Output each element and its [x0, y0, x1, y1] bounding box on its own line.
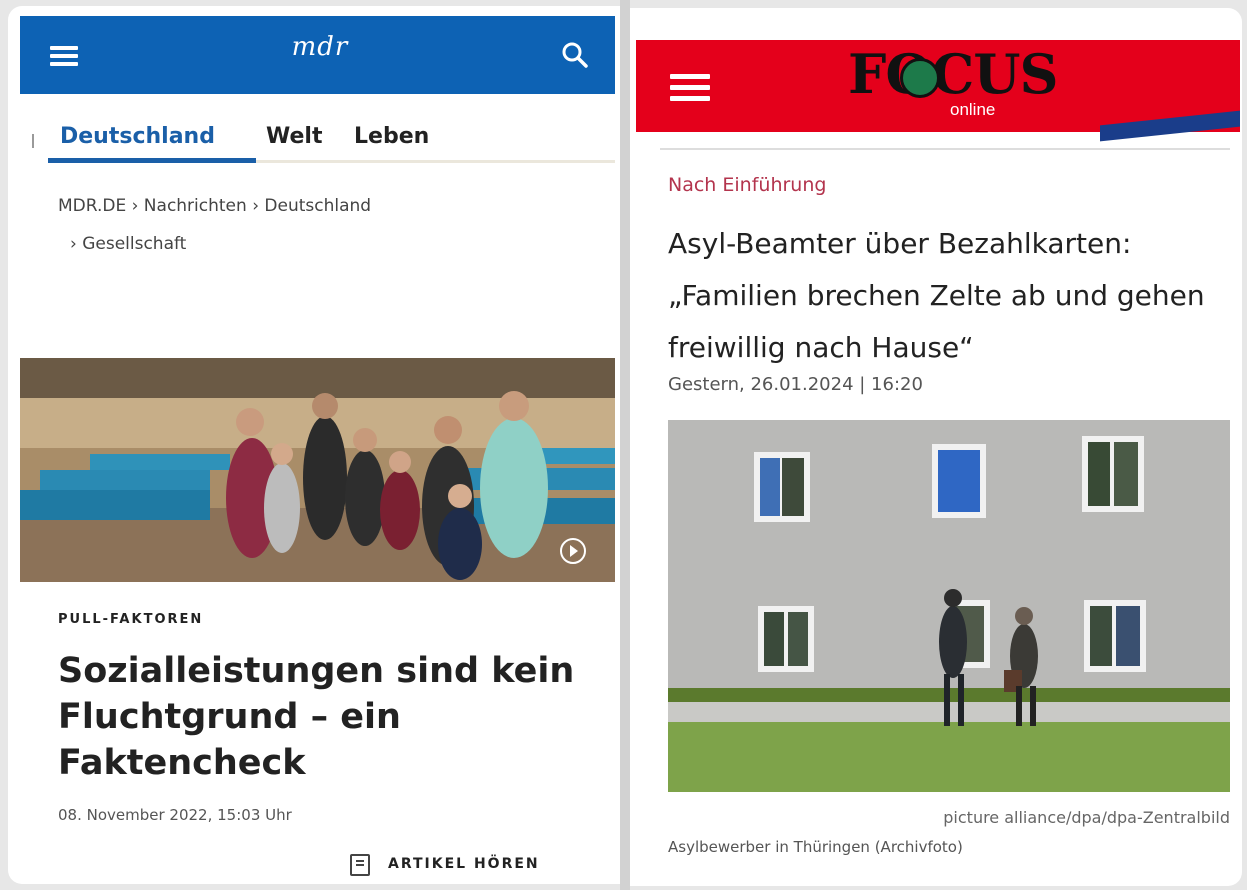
header-divider	[660, 148, 1230, 150]
article-headline[interactable]: Asyl-Beamter über Bezahlkarten: „Familie…	[668, 218, 1228, 374]
globe-icon	[900, 58, 940, 98]
panel-divider	[620, 0, 630, 890]
tab-divider	[32, 134, 34, 148]
article-kicker: PULL-FAKTOREN	[58, 612, 204, 627]
audio-icon	[350, 854, 370, 876]
menu-icon[interactable]	[670, 74, 710, 104]
mdr-article-panel: mdr Deutschland Welt Leben MDR.DE › Nach…	[8, 6, 620, 884]
mdr-logo[interactable]: mdr	[275, 32, 365, 62]
mdr-header-bar: mdr	[20, 16, 615, 94]
tab-leben[interactable]: Leben	[354, 124, 429, 149]
article-date: 08. November 2022, 15:03 Uhr	[58, 806, 292, 824]
tab-rule	[256, 160, 615, 163]
article-date: Gestern, 26.01.2024 | 16:20	[668, 374, 923, 395]
focus-logo-sub: online	[950, 100, 996, 119]
search-icon[interactable]	[560, 40, 590, 70]
breadcrumb[interactable]: MDR.DE › Nachrichten › Deutschland	[58, 196, 371, 216]
building-photo-illustration	[668, 420, 1230, 792]
focus-header-bar: FOCUS online	[636, 40, 1240, 132]
focus-logo-wordmark: FOCUS	[848, 42, 1058, 106]
tab-welt[interactable]: Welt	[266, 124, 322, 149]
photo-caption: Asylbewerber in Thüringen (Archivfoto)	[668, 838, 963, 856]
article-photo-family-in-shelter[interactable]	[20, 358, 615, 582]
listen-label: ARTIKEL HÖREN	[388, 856, 540, 872]
active-tab-indicator	[48, 158, 256, 163]
article-photo-building[interactable]	[668, 420, 1230, 792]
play-icon[interactable]	[560, 538, 586, 564]
menu-icon[interactable]	[50, 46, 78, 66]
focus-article-panel: FOCUS online Nach Einführung Asyl-Beamte…	[630, 8, 1242, 886]
focus-logo[interactable]: FOCUS online	[848, 42, 1058, 119]
breadcrumb-continued[interactable]: › Gesellschaft	[70, 234, 186, 254]
photo-credit: picture alliance/dpa/dpa-Zentralbild	[943, 808, 1230, 827]
family-photo-illustration	[20, 358, 615, 582]
article-kicker: Nach Einführung	[668, 174, 827, 196]
article-headline[interactable]: Sozialleistungen sind kein Fluchtgrund –…	[58, 648, 578, 786]
section-tabs: Deutschland Welt Leben	[20, 114, 615, 164]
tab-deutschland[interactable]: Deutschland	[60, 124, 215, 149]
